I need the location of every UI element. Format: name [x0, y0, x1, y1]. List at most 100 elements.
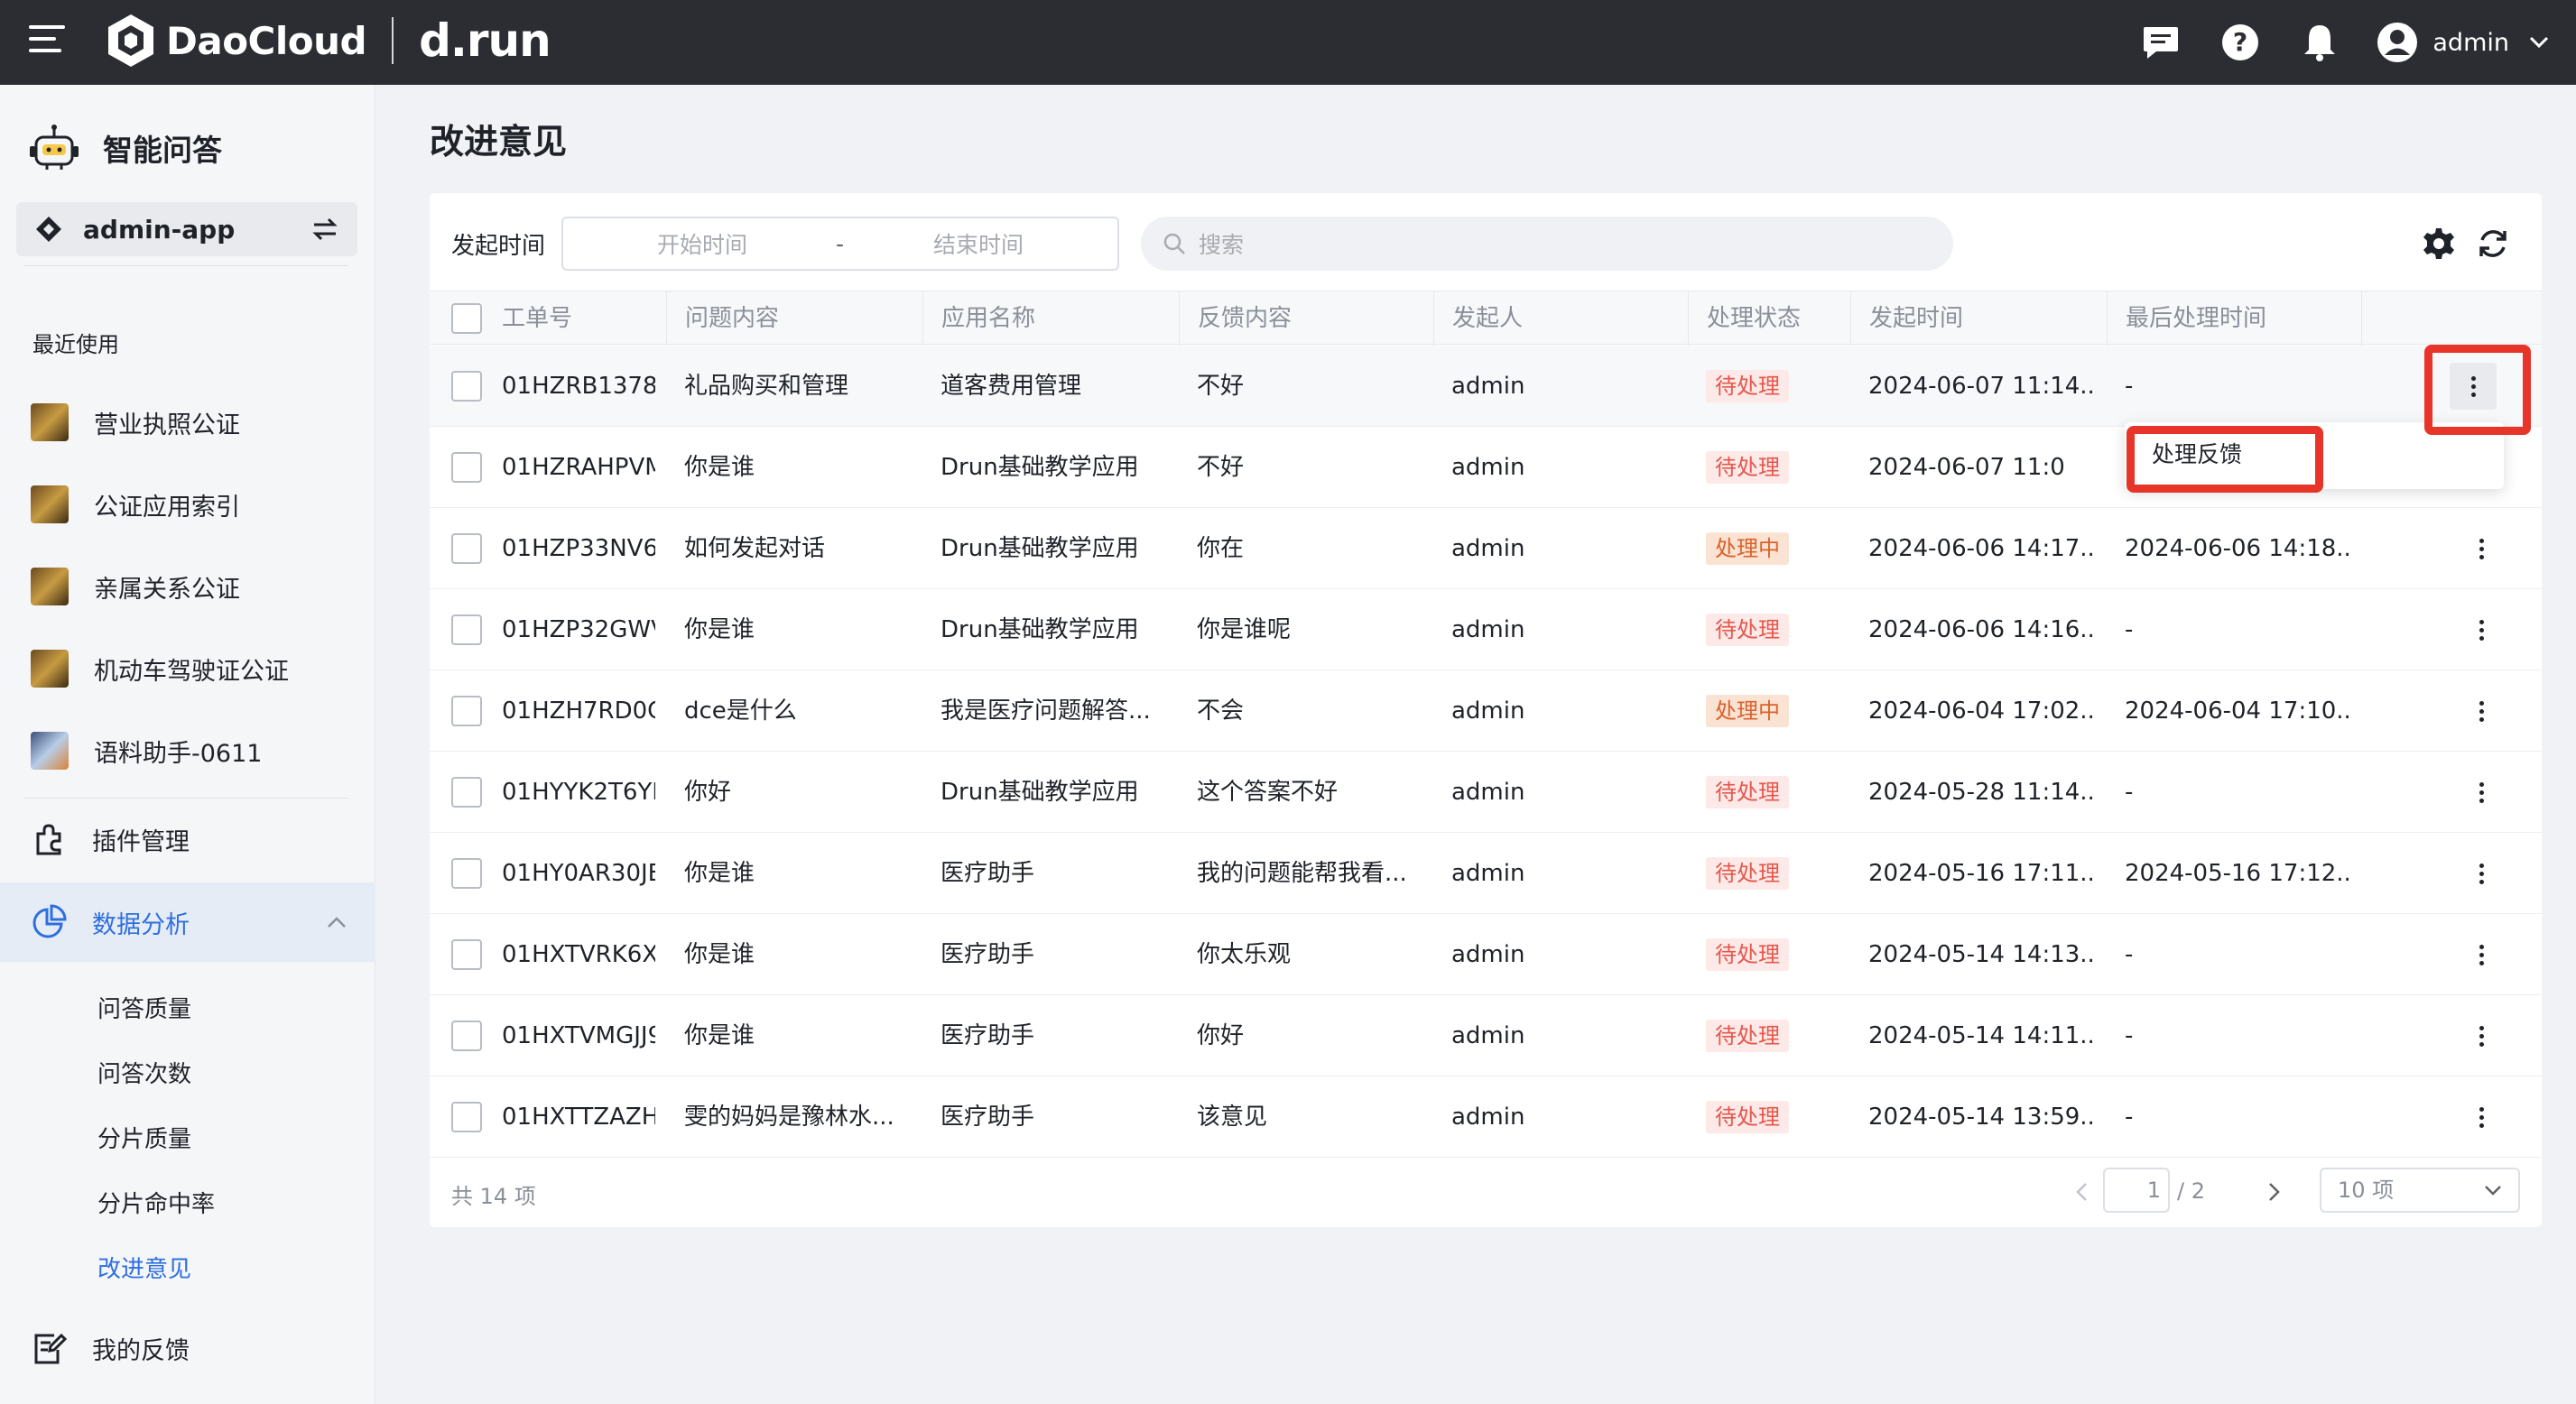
table-row[interactable]: 01HXTVMGJJ9DH... 你是谁 医疗助手 你好 admin - 待处理 2024-0… [430, 995, 2542, 1076]
more-actions-icon[interactable] [2465, 1020, 2497, 1052]
sidebar-item-my-feedback[interactable]: 我的反馈 [0, 1308, 375, 1388]
app-thumbnail-icon [31, 485, 69, 523]
cell-question: 如何发起对话 [684, 535, 826, 562]
row-checkbox[interactable] [451, 452, 482, 483]
column-header-last-processed[interactable]: 最后处理时间 [2107, 291, 2361, 346]
table-row[interactable]: 01HZH7RD0C9R0... dce是什么 我是医疗问题解答... 不会 admin… [430, 670, 2542, 752]
sidebar-item-recent-2[interactable]: 公证应用索引 [0, 465, 375, 544]
sidebar-item-analytics[interactable]: 数据分析 [0, 882, 375, 962]
cell-last: 2024-06-04 17:10... [2125, 697, 2350, 725]
search-icon [1163, 233, 1185, 254]
sidebar-item-recent-5[interactable]: 语料助手-0611 [0, 711, 375, 790]
page-number-input[interactable]: 1 [2103, 1168, 2170, 1213]
sidebar-subitem-improvement[interactable]: 改进意见 [97, 1251, 191, 1284]
app-thumbnail-icon [31, 732, 69, 770]
table-row[interactable]: 01HZP32GWVM1... 你是谁 Drun基础教学应用 你是谁呢 admin - 待处… [430, 589, 2542, 670]
cell-question: 你是谁 [684, 941, 755, 968]
brand-logo[interactable]: DaoCloud d.run [105, 13, 551, 69]
bell-icon[interactable] [2299, 22, 2340, 63]
total-pages: / 2 [2177, 1178, 2205, 1204]
search-input[interactable]: 搜索 [1141, 217, 1953, 271]
app-switcher[interactable]: admin-app [16, 202, 357, 256]
gear-icon[interactable] [2421, 226, 2457, 262]
cell-user: admin [1451, 697, 1525, 725]
more-actions-icon[interactable] [2465, 1101, 2497, 1133]
row-checkbox[interactable] [451, 939, 482, 970]
more-actions-icon[interactable] [2465, 776, 2497, 808]
cell-status: 待处理 [1706, 995, 1841, 1076]
cell-app: 医疗助手 [941, 1022, 1035, 1049]
select-all-checkbox[interactable] [451, 303, 482, 334]
end-date-input[interactable]: 结束时间 [933, 227, 1024, 260]
column-header-id[interactable]: 工单号 [502, 291, 682, 346]
row-checkbox[interactable] [451, 858, 482, 889]
sidebar-item-recent-1[interactable]: 营业执照公证 [0, 383, 375, 462]
status-badge: 待处理 [1706, 1101, 1789, 1133]
highlight-box-action-button [2424, 345, 2531, 435]
cell-id: 01HZP32GWVM1... [502, 616, 655, 643]
more-actions-icon[interactable] [2465, 857, 2497, 890]
sidebar: 智能问答 admin-app 最近使用 营业执照公证 公证应用索引 亲属关系公证… [0, 85, 375, 1404]
row-checkbox[interactable] [451, 1021, 482, 1051]
page-size-select[interactable]: 10 项 [2320, 1168, 2520, 1213]
row-checkbox[interactable] [451, 371, 482, 402]
table-header: 工单号 问题内容 应用名称 反馈内容 发起人 处理状态 发起时间 最后处理时间 [430, 291, 2542, 346]
table-row[interactable]: 01HXTTZAZH2KH... 雯的妈妈是豫林水... 医疗助手 该意见 admin -… [430, 1076, 2542, 1158]
start-date-input[interactable]: 开始时间 [657, 227, 747, 260]
table-row[interactable]: 01HYYK2T6YF3D... 你好 Drun基础教学应用 这个答案不好 admin -… [430, 752, 2542, 833]
more-actions-icon[interactable] [2465, 532, 2497, 565]
cell-feedback: 你好 [1197, 1022, 1245, 1049]
column-header-app[interactable]: 应用名称 [922, 291, 1179, 346]
menu-icon[interactable] [29, 25, 65, 58]
table-row[interactable]: 01HZP33NV636B... 如何发起对话 Drun基础教学应用 你在 admin 2… [430, 508, 2542, 589]
svg-text:?: ? [2233, 27, 2247, 57]
column-header-created[interactable]: 发起时间 [1850, 291, 2107, 346]
message-icon[interactable] [2140, 22, 2182, 63]
cell-id: 01HXTTZAZH2KH... [502, 1104, 655, 1131]
user-menu[interactable]: admin [2377, 22, 2549, 63]
sidebar-subitem-qa-quality[interactable]: 问答质量 [97, 991, 191, 1024]
sidebar-item-recent-3[interactable]: 亲属关系公证 [0, 547, 375, 626]
column-header-user[interactable]: 发起人 [1433, 291, 1688, 346]
more-actions-icon[interactable] [2465, 695, 2497, 727]
row-checkbox[interactable] [451, 777, 482, 808]
table-row[interactable]: 01HXTVRK6X1GJ... 你是谁 医疗助手 你太乐观 admin - 待处理 2024… [430, 914, 2542, 995]
switch-icon[interactable] [310, 217, 339, 242]
status-badge: 待处理 [1706, 451, 1789, 484]
column-header-status[interactable]: 处理状态 [1688, 291, 1850, 346]
row-checkbox[interactable] [451, 696, 482, 726]
date-range-picker[interactable]: 开始时间 - 结束时间 [561, 217, 1119, 271]
row-checkbox[interactable] [451, 1102, 482, 1132]
sidebar-subitem-qa-count[interactable]: 问答次数 [97, 1056, 191, 1089]
cell-id: 01HYYK2T6YF3D... [502, 779, 655, 806]
cell-feedback: 我的问题能帮我看... [1197, 860, 1407, 887]
sidebar-subitem-chunk-hit-rate[interactable]: 分片命中率 [97, 1186, 215, 1219]
date-filter-label: 发起时间 [451, 233, 546, 260]
table-row[interactable]: 01HY0AR30JEDG... 你是谁 医疗助手 我的问题能帮我看... admin 2… [430, 833, 2542, 914]
cell-last: - [2125, 616, 2134, 643]
status-badge: 处理中 [1706, 695, 1789, 727]
cell-user: admin [1451, 616, 1525, 643]
sidebar-item-plugins[interactable]: 插件管理 [0, 799, 375, 879]
cell-user: admin [1451, 779, 1525, 806]
row-checkbox[interactable] [451, 533, 482, 564]
cell-id: 01HY0AR30JEDG... [502, 860, 655, 887]
sidebar-subitem-chunk-quality[interactable]: 分片质量 [97, 1121, 191, 1154]
cell-created: 2024-05-16 17:11... [1868, 860, 2094, 887]
cell-status: 待处理 [1706, 589, 1841, 670]
refresh-icon[interactable] [2475, 226, 2511, 262]
sidebar-item-label: 营业执照公证 [94, 411, 240, 439]
column-header-question[interactable]: 问题内容 [666, 291, 922, 346]
status-badge: 待处理 [1706, 776, 1789, 808]
more-actions-icon[interactable] [2465, 614, 2497, 646]
prev-page-icon[interactable] [2074, 1181, 2089, 1203]
next-page-icon[interactable] [2267, 1181, 2282, 1203]
row-checkbox[interactable] [451, 614, 482, 645]
column-header-feedback[interactable]: 反馈内容 [1179, 291, 1433, 346]
cell-app: Drun基础教学应用 [941, 535, 1139, 562]
help-icon[interactable]: ? [2219, 22, 2261, 63]
sidebar-item-recent-4[interactable]: 机动车驾驶证公证 [0, 629, 375, 708]
cell-feedback: 不好 [1197, 454, 1245, 481]
more-actions-icon[interactable] [2465, 938, 2497, 971]
table-row[interactable]: 01HZRB13786W... 礼品购买和管理 道客费用管理 不好 admin - 待处理 2… [430, 346, 2542, 427]
